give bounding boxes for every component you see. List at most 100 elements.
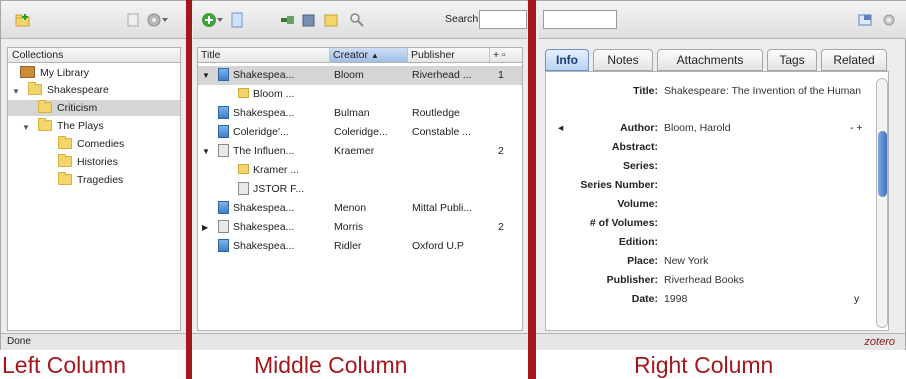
note-icon xyxy=(238,164,249,174)
column-publisher[interactable]: Publisher xyxy=(408,48,490,62)
item-title-cell: Shakespea... xyxy=(218,66,328,85)
tab-tags[interactable]: Tags xyxy=(767,49,817,71)
collection-tragedies[interactable]: Tragedies xyxy=(58,172,123,188)
fullscreen-icon[interactable] xyxy=(857,12,873,28)
item-row[interactable]: Bloom ... xyxy=(198,85,522,104)
field-label: Volume: xyxy=(617,198,658,210)
collections-header[interactable]: Collections xyxy=(7,47,181,63)
collection-histories[interactable]: Histories xyxy=(58,154,118,170)
item-title: Kramer ... xyxy=(253,164,300,176)
collection-my-library[interactable]: My Library xyxy=(20,65,89,81)
collection-comedies[interactable]: Comedies xyxy=(58,136,124,152)
column-picker-icon[interactable]: + ▫ xyxy=(490,48,522,62)
attachment-icon[interactable] xyxy=(301,12,317,28)
field-label: Author: xyxy=(620,122,658,134)
field-value[interactable]: 1998 xyxy=(664,293,874,305)
item-title: Shakespea... xyxy=(233,69,295,81)
new-item-icon[interactable] xyxy=(201,12,223,28)
collection-label: Tragedies xyxy=(77,174,124,186)
right-column-label: Right Column xyxy=(634,352,774,378)
column-creator[interactable]: Creator ▲ xyxy=(330,48,408,62)
item-title-cell: Shakespea... xyxy=(218,199,328,218)
scrollbar-thumb[interactable] xyxy=(878,131,887,197)
collection-the-plays[interactable]: The Plays xyxy=(38,118,104,134)
item-row[interactable]: ▼ The Influen... Kraemer 2 xyxy=(198,142,522,161)
info-pane: Title: Shakespeare: The Invention of the… xyxy=(545,71,889,331)
library-icon xyxy=(20,66,35,78)
left-column: Collections My Library ▼ Shakespeare Cri… xyxy=(1,1,187,331)
status-text: Done xyxy=(7,336,31,347)
tab-info[interactable]: Info xyxy=(545,49,589,71)
expand-arrow-icon[interactable]: ▼ xyxy=(12,87,20,96)
right-toolbar xyxy=(539,1,906,39)
expand-arrow-icon[interactable]: ▼ xyxy=(22,123,30,132)
expand-arrow-icon[interactable]: ▼ xyxy=(202,142,210,161)
field-value[interactable]: Bloom, Harold xyxy=(664,122,874,134)
add-remove-creator-buttons[interactable]: - + xyxy=(850,122,863,134)
item-row[interactable]: JSTOR F... xyxy=(198,180,522,199)
creator-type-arrow-icon[interactable]: ◂ xyxy=(558,122,563,134)
item-publisher: Routledge xyxy=(412,107,460,119)
tab-related[interactable]: Related xyxy=(821,49,887,71)
gear-icon[interactable] xyxy=(147,12,168,28)
search-label: Search: xyxy=(445,13,482,25)
item-child-count: 1 xyxy=(498,69,504,81)
field-label: Series Number: xyxy=(580,179,658,191)
zotero-logo: zotero xyxy=(864,336,895,348)
item-title-cell: JSTOR F... xyxy=(238,180,328,199)
item-row[interactable]: ▶ Shakespea... Morris 2 xyxy=(198,218,522,237)
item-title: Coleridge'... xyxy=(233,126,289,138)
item-row[interactable]: ▼ Shakespea... Bloom Riverhead ... 1 xyxy=(198,66,522,85)
remove-collection-icon[interactable] xyxy=(125,12,141,28)
search-input[interactable] xyxy=(479,10,527,29)
folder-icon xyxy=(58,154,72,167)
folder-icon xyxy=(38,118,52,131)
item-creator: Coleridge... xyxy=(334,126,388,138)
new-collection-icon[interactable] xyxy=(15,12,31,28)
collection-shakespeare[interactable]: Shakespeare xyxy=(28,82,109,98)
item-publisher: Constable ... xyxy=(412,126,471,138)
collection-label: Histories xyxy=(77,156,118,168)
item-row[interactable]: Shakespea... Bulman Routledge xyxy=(198,104,522,123)
item-title-cell: The Influen... xyxy=(218,142,328,161)
info-scrollbar[interactable] xyxy=(876,78,888,328)
item-creator: Kraemer xyxy=(334,145,375,157)
item-title: Bloom ... xyxy=(253,88,295,100)
gear-icon[interactable] xyxy=(881,12,897,28)
item-creator: Ridler xyxy=(334,240,362,252)
column-title[interactable]: Title xyxy=(198,48,330,62)
note-icon[interactable] xyxy=(323,12,339,28)
item-title: JSTOR F... xyxy=(253,183,305,195)
field-value[interactable]: Shakespeare: The Invention of the Human xyxy=(664,85,874,97)
new-note-icon[interactable] xyxy=(229,12,245,28)
item-row[interactable]: Kramer ... xyxy=(198,161,522,180)
field-value[interactable]: New York xyxy=(664,255,874,267)
items-header: Title Creator ▲ Publisher + ▫ xyxy=(197,47,523,63)
item-title: Shakespea... xyxy=(233,221,295,233)
link-icon[interactable] xyxy=(279,12,295,28)
field-value[interactable]: Riverhead Books xyxy=(664,274,874,286)
item-child-count: 2 xyxy=(498,145,504,157)
expand-arrow-icon[interactable]: ▼ xyxy=(202,66,210,85)
field-label: Publisher: xyxy=(606,274,658,286)
item-creator: Bloom xyxy=(334,69,364,81)
item-title-cell: Shakespea... xyxy=(218,218,328,237)
item-creator: Menon xyxy=(334,202,367,214)
collection-label: My Library xyxy=(40,67,90,79)
collection-label: Criticism xyxy=(57,102,98,114)
tab-attachments[interactable]: Attachments xyxy=(657,49,763,71)
item-row[interactable]: Shakespea... Menon Mittal Publi... xyxy=(198,199,522,218)
collapsed-arrow-icon[interactable]: ▶ xyxy=(202,218,208,237)
book-icon xyxy=(218,201,229,214)
collection-criticism[interactable]: Criticism xyxy=(8,100,180,116)
item-creator: Morris xyxy=(334,221,364,233)
item-title-cell: Coleridge'... xyxy=(218,123,328,142)
pdf-icon xyxy=(238,182,249,195)
item-row[interactable]: Shakespea... Ridler Oxford U.P xyxy=(198,237,522,256)
tab-notes[interactable]: Notes xyxy=(593,49,653,71)
search-icon[interactable] xyxy=(349,12,365,28)
item-row[interactable]: Coleridge'... Coleridge... Constable ... xyxy=(198,123,522,142)
item-child-count: 2 xyxy=(498,221,504,233)
collection-label: Shakespeare xyxy=(47,84,109,96)
search-field-extension[interactable] xyxy=(543,10,617,29)
